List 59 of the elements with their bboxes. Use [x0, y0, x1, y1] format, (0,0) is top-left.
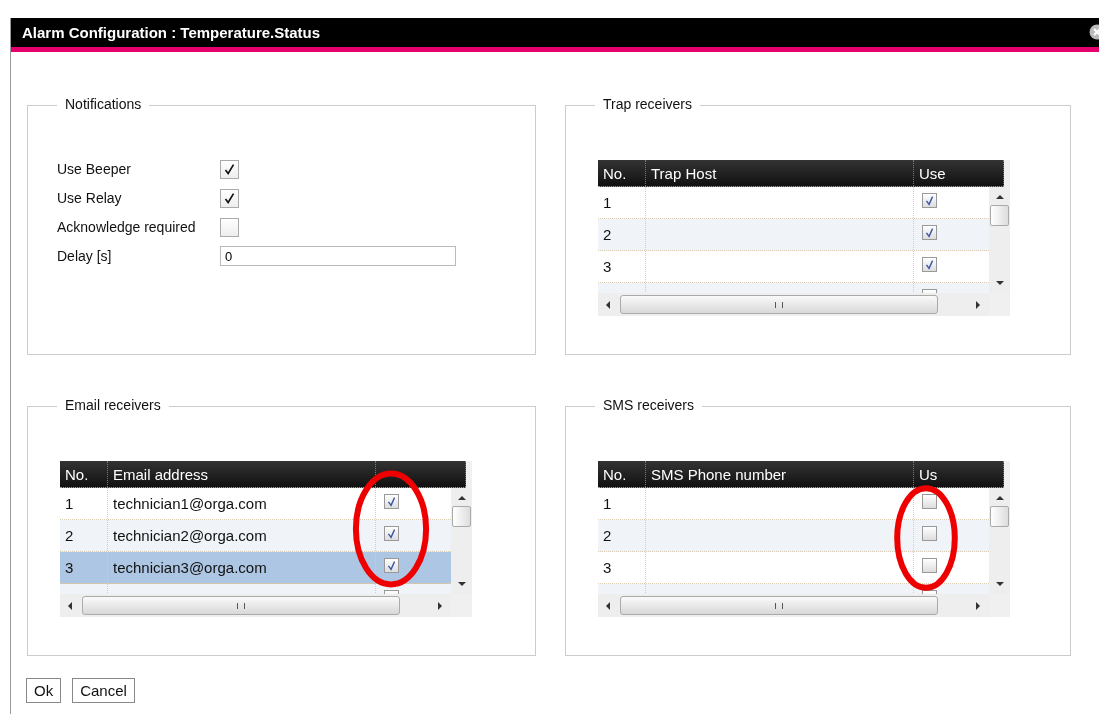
table-cell: 1 — [60, 488, 108, 519]
column-header[interactable]: No. — [60, 461, 108, 487]
checkmark-icon — [385, 495, 398, 508]
table-cell: 2 — [598, 219, 646, 250]
table-cell: 2 — [598, 520, 646, 551]
group-legend: Trap receivers — [595, 96, 700, 112]
checkbox[interactable] — [922, 257, 937, 272]
group-legend: Email receivers — [57, 397, 169, 413]
table-row[interactable]: 1 — [598, 488, 989, 520]
table-row[interactable]: 2 technician2@orga.com — [60, 520, 451, 552]
checkbox[interactable] — [922, 193, 937, 208]
table-cell: technician3@orga.com — [108, 552, 376, 583]
column-header[interactable]: No. — [598, 160, 646, 186]
column-header[interactable]: Trap Host — [646, 160, 914, 186]
table-cell: 1 — [598, 488, 646, 519]
table-row[interactable]: 3 technician3@orga.com — [60, 552, 451, 584]
checkbox[interactable] — [922, 225, 937, 240]
cancel-button[interactable]: Cancel — [72, 678, 135, 703]
table-cell: technician1@orga.com — [108, 488, 376, 519]
input-field[interactable]: 0 — [220, 246, 456, 266]
table-row[interactable]: 3 — [598, 552, 989, 584]
checkbox[interactable] — [220, 159, 239, 179]
group-legend: SMS receivers — [595, 397, 703, 413]
table-cell: 3 — [598, 251, 646, 282]
checkmark-icon — [385, 559, 398, 572]
checkbox[interactable] — [220, 188, 239, 208]
checkbox[interactable] — [220, 217, 239, 237]
checkbox[interactable] — [384, 526, 399, 541]
checkmark-icon — [923, 226, 936, 239]
table-cell: 2 — [60, 520, 108, 551]
field-label: Use Relay — [57, 189, 123, 208]
table-row[interactable]: 2 — [598, 520, 989, 552]
column-header[interactable]: Email address — [108, 461, 376, 487]
table-row[interactable]: 1 — [598, 187, 989, 219]
checkmark-icon — [385, 527, 398, 540]
checkbox[interactable] — [922, 526, 937, 541]
group-legend: Notifications — [57, 96, 150, 112]
column-header[interactable]: No. — [598, 461, 646, 487]
checkbox[interactable] — [384, 494, 399, 509]
table-row[interactable]: 2 — [598, 219, 989, 251]
table-row[interactable]: 3 — [598, 251, 989, 283]
field-label: Acknowledge required — [57, 218, 197, 237]
checkbox[interactable] — [384, 558, 399, 573]
checkbox[interactable] — [922, 494, 937, 509]
checkbox[interactable] — [922, 558, 937, 573]
table-cell: 1 — [598, 187, 646, 218]
checkmark-icon — [923, 194, 936, 207]
table-cell: technician2@orga.com — [108, 520, 376, 551]
column-header[interactable]: SMS Phone number — [646, 461, 914, 487]
table-row[interactable]: 1 technician1@orga.com — [60, 488, 451, 520]
table-cell: 3 — [60, 552, 108, 583]
checkmark-icon — [923, 258, 936, 271]
field-label: Delay [s] — [57, 247, 113, 266]
ok-button[interactable]: Ok — [26, 678, 62, 703]
column-header[interactable]: Use — [914, 160, 1004, 186]
window-title: Alarm Configuration : Temperature.Status — [22, 24, 321, 41]
field-label: Use Beeper — [57, 160, 132, 179]
column-header[interactable]: Us — [914, 461, 1004, 487]
table-cell: 3 — [598, 552, 646, 583]
